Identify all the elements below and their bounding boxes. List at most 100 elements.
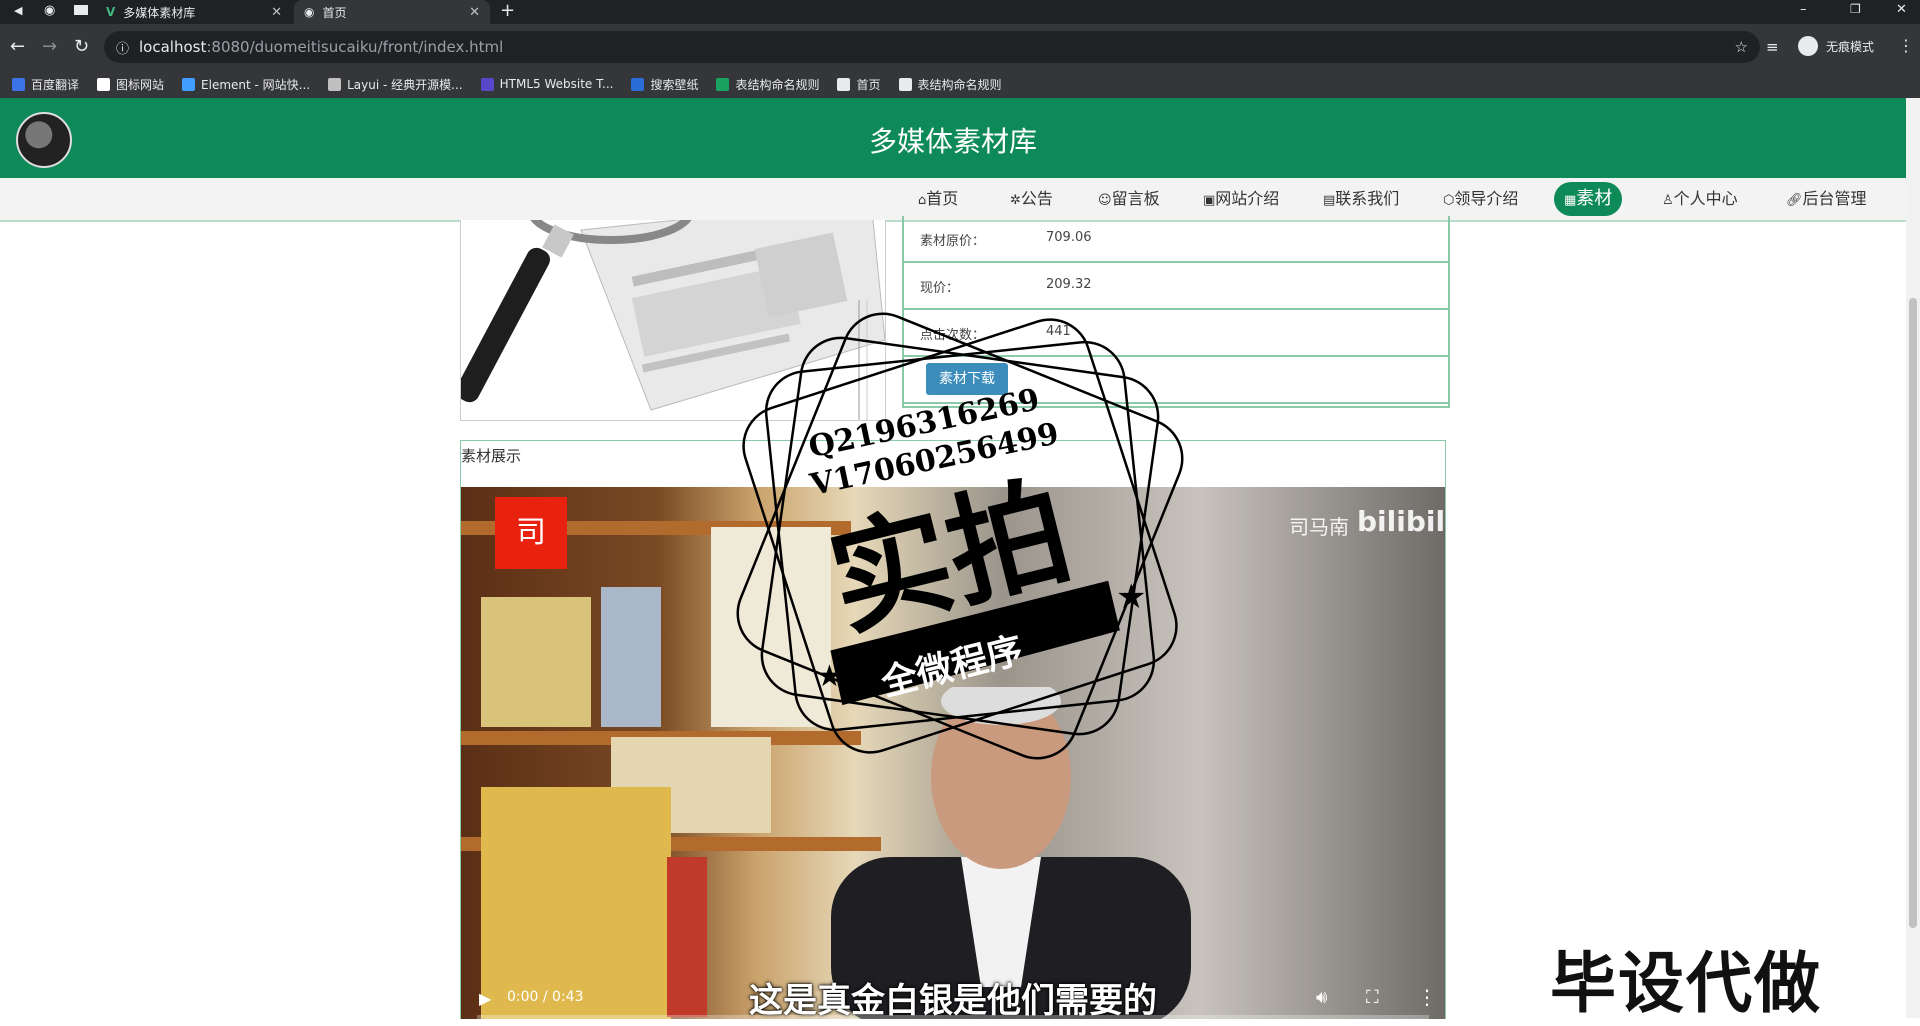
minimize-button[interactable]: – [1800, 2, 1807, 17]
showcase-title: 素材展示 [461, 447, 522, 465]
nav-item[interactable]: ✲公告 [1010, 178, 1053, 220]
bookmark-item[interactable]: 首页 [837, 76, 881, 93]
incognito-label[interactable]: 无痕模式 [1826, 38, 1874, 55]
bookmark-item[interactable]: 百度翻译 [12, 76, 79, 93]
nav-item[interactable]: ⌂首页 [918, 178, 958, 220]
current-price-label: 现价： [920, 281, 960, 296]
scrollbar-thumb[interactable] [1909, 298, 1917, 928]
bookmarks-bar: 百度翻译 图标网站 Element - 网站快... Layui - 经典开源模...… [0, 70, 1920, 98]
user-icon: ♙ [1662, 193, 1674, 208]
bookmark-label: 图标网站 [116, 77, 165, 92]
flag-icon [97, 77, 111, 91]
back-icon[interactable]: ← [10, 36, 25, 57]
wallpaper-icon [631, 77, 645, 91]
bookmark-label: 首页 [856, 77, 881, 92]
url-field[interactable]: ⓘ localhost:8080/duomeitisucaiku/front/i… [104, 31, 1760, 63]
window-icon[interactable] [74, 5, 88, 15]
site-header: 多媒体素材库 [0, 98, 1906, 178]
newspaper-magnifier-image [461, 220, 885, 420]
nav-label: 领导介绍 [1454, 189, 1519, 208]
bookmark-label: HTML5 Website T... [499, 77, 614, 91]
bookmark-label: 表结构命名规则 [917, 77, 1002, 92]
bookmark-item[interactable]: 图标网站 [97, 76, 164, 93]
html5-icon [480, 77, 494, 91]
tab-home[interactable]: ◉ 首页 ✕ [294, 0, 490, 24]
vue-icon: V [106, 5, 116, 19]
current-price-value: 209.32 [1046, 277, 1092, 292]
table-row: 现价： 209.32 [904, 263, 1448, 310]
table-row: 素材下载 [904, 357, 1448, 404]
material-showcase: 素材展示 司 司马南 bilibili 这是真金白银是他们需要的 ▶ 0:00 … [460, 440, 1446, 1019]
nav-item[interactable]: 🔗︎后台管理 [1786, 178, 1867, 220]
bookmark-item[interactable]: HTML5 Website T... [480, 77, 614, 91]
click-count-value: 441 [1046, 324, 1071, 339]
channel-badge: 司 [495, 497, 567, 569]
video-progress-bar[interactable] [477, 1015, 1429, 1019]
material-image [460, 220, 886, 421]
material-icon: ▦ [1564, 193, 1577, 208]
material-detail-table: 素材原价： 709.06 现价： 209.32 点击次数： 441 素材下载 [902, 216, 1450, 408]
fullscreen-icon[interactable]: ⛶ [1366, 987, 1379, 1008]
close-icon[interactable]: ✕ [469, 5, 480, 20]
globe-icon[interactable]: ◉ [44, 3, 55, 18]
volume-icon[interactable]: 🔊︎ [1316, 987, 1327, 1008]
menu-icon[interactable]: ⋮ [1898, 36, 1914, 55]
bookmark-item[interactable]: 搜索壁纸 [631, 76, 698, 93]
url-path: :8080/duomeitisucaiku/front/index.html [206, 38, 504, 56]
forward-icon[interactable]: → [42, 36, 57, 57]
nav-item[interactable]: ♙个人中心 [1662, 178, 1738, 220]
reload-icon[interactable]: ↻ [74, 36, 89, 57]
nav-label: 公告 [1020, 189, 1053, 208]
table-row: 素材原价： 709.06 [904, 216, 1448, 263]
video-player[interactable]: 司 司马南 bilibili 这是真金白银是他们需要的 ▶ 0:00 / 0:4… [461, 487, 1445, 1019]
bookmark-label: Element - 网站快... [201, 77, 311, 92]
nav-item[interactable]: ▤联系我们 [1323, 178, 1399, 220]
original-price-value: 709.06 [1046, 230, 1092, 245]
download-button[interactable]: 素材下载 [926, 363, 1008, 395]
restore-button[interactable]: ❐ [1850, 2, 1861, 16]
bookmark-item[interactable]: 表结构命名规则 [898, 76, 1002, 93]
play-icon[interactable]: ▶ [479, 989, 491, 1008]
nav-label: 留言板 [1111, 189, 1160, 208]
audio-icon[interactable]: ◀︎ [14, 4, 22, 17]
tab-title: 首页 [322, 5, 347, 20]
contact-icon: ▤ [1323, 193, 1336, 208]
page-scrollbar[interactable] [1906, 98, 1920, 1018]
bookmark-label: 搜索壁纸 [650, 77, 699, 92]
books [601, 587, 661, 727]
browser-tab-bar: ◀︎ ◉ V 多媒体素材库 ✕ ◉ 首页 ✕ + – ❐ ✕ [0, 0, 1920, 24]
nav-item[interactable]: ▦素材 [1554, 182, 1623, 216]
link-icon: 🔗︎ [1786, 193, 1803, 208]
bilibili-logo: bilibili [1357, 505, 1445, 538]
star-icon[interactable]: ☆ [1735, 38, 1748, 56]
element-icon [182, 77, 196, 91]
video-controls: ▶ 0:00 / 0:43 🔊︎ ⛶ ⋮ [461, 975, 1445, 1019]
bookmark-item[interactable]: Layui - 经典开源模... [328, 76, 463, 93]
address-bar: ← → ↻ ⓘ localhost:8080/duomeitisucaiku/f… [0, 24, 1920, 70]
click-count-label: 点击次数： [920, 328, 986, 343]
url-host: localhost [139, 38, 207, 56]
more-options-icon[interactable]: ⋮ [1417, 985, 1437, 1009]
message-icon: ☺ [1098, 193, 1112, 208]
tab-title: 多媒体素材库 [123, 5, 196, 20]
close-icon[interactable]: ✕ [271, 5, 282, 20]
nav-item[interactable]: ▣网站介绍 [1203, 178, 1279, 220]
reading-list-icon[interactable]: ≡ [1766, 38, 1779, 56]
nav-label: 素材 [1576, 188, 1613, 209]
bookmark-item[interactable]: Element - 网站快... [182, 76, 310, 93]
corner-watermark: 毕设代做 [1550, 945, 1822, 1022]
globe-icon [898, 77, 912, 91]
layui-icon [328, 77, 342, 91]
bookmark-label: Layui - 经典开源模... [347, 77, 463, 92]
site-title: 多媒体素材库 [868, 125, 1037, 158]
tab-materials[interactable]: V 多媒体素材库 ✕ [96, 0, 292, 24]
nav-label: 后台管理 [1802, 189, 1867, 208]
nav-item[interactable]: ⬡领导介绍 [1443, 178, 1518, 220]
nav-item[interactable]: ☺留言板 [1098, 178, 1160, 220]
window-close-button[interactable]: ✕ [1896, 2, 1907, 17]
incognito-icon[interactable] [1798, 36, 1818, 56]
leader-icon: ⬡ [1443, 193, 1455, 208]
new-tab-button[interactable]: + [500, 0, 515, 21]
globe-icon [837, 77, 851, 91]
bookmark-item[interactable]: 表结构命名规则 [716, 76, 819, 93]
